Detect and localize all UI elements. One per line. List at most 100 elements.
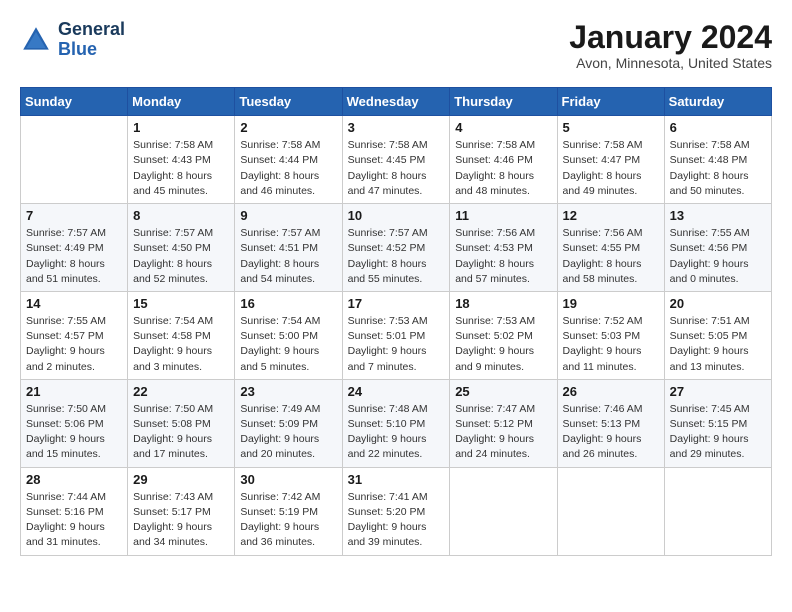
logo-line1: General [58,20,125,40]
day-info: Sunrise: 7:51 AMSunset: 5:05 PMDaylight:… [670,314,766,375]
day-info: Sunrise: 7:53 AMSunset: 5:02 PMDaylight:… [455,314,551,375]
week-row-1: 1Sunrise: 7:58 AMSunset: 4:43 PMDaylight… [21,116,772,204]
day-info: Sunrise: 7:57 AMSunset: 4:50 PMDaylight:… [133,226,229,287]
calendar-cell: 24 Sunrise: 7:48 AMSunset: 5:10 PMDayligh… [342,379,450,467]
calendar-cell: 2 Sunrise: 7:58 AMSunset: 4:44 PMDaylight… [235,116,342,204]
calendar-cell: 12 Sunrise: 7:56 AMSunset: 4:55 PMDayligh… [557,204,664,292]
calendar-cell [450,467,557,555]
day-info: Sunrise: 7:58 AMSunset: 4:45 PMDaylight:… [348,138,445,199]
day-number: 26 [563,384,659,399]
calendar-cell: 14 Sunrise: 7:55 AMSunset: 4:57 PMDayligh… [21,291,128,379]
day-number: 19 [563,296,659,311]
day-number: 21 [26,384,122,399]
day-number: 14 [26,296,122,311]
weekday-header-row: SundayMondayTuesdayWednesdayThursdayFrid… [21,88,772,116]
day-info: Sunrise: 7:58 AMSunset: 4:48 PMDaylight:… [670,138,766,199]
week-row-4: 21 Sunrise: 7:50 AMSunset: 5:06 PMDayligh… [21,379,772,467]
day-info: Sunrise: 7:52 AMSunset: 5:03 PMDaylight:… [563,314,659,375]
week-row-5: 28 Sunrise: 7:44 AMSunset: 5:16 PMDayligh… [21,467,772,555]
day-number: 27 [670,384,766,399]
day-info: Sunrise: 7:57 AMSunset: 4:52 PMDaylight:… [348,226,445,287]
day-info: Sunrise: 7:58 AMSunset: 4:46 PMDaylight:… [455,138,551,199]
logo-text: General Blue [58,20,125,60]
day-number: 10 [348,208,445,223]
day-info: Sunrise: 7:58 AMSunset: 4:43 PMDaylight:… [133,138,229,199]
calendar-cell [664,467,771,555]
day-info: Sunrise: 7:57 AMSunset: 4:49 PMDaylight:… [26,226,122,287]
calendar-cell: 31Sunrise: 7:41 AMSunset: 5:20 PMDayligh… [342,467,450,555]
day-info: Sunrise: 7:50 AMSunset: 5:06 PMDaylight:… [26,402,122,463]
day-info: Sunrise: 7:55 AMSunset: 4:57 PMDaylight:… [26,314,122,375]
calendar-cell: 13 Sunrise: 7:55 AMSunset: 4:56 PMDayligh… [664,204,771,292]
day-number: 28 [26,472,122,487]
month-title: January 2024 [569,20,772,55]
day-number: 13 [670,208,766,223]
day-number: 15 [133,296,229,311]
calendar-cell: 26 Sunrise: 7:46 AMSunset: 5:13 PMDayligh… [557,379,664,467]
weekday-header-tuesday: Tuesday [235,88,342,116]
day-info: Sunrise: 7:54 AMSunset: 5:00 PMDaylight:… [240,314,336,375]
day-info: Sunrise: 7:44 AMSunset: 5:16 PMDaylight:… [26,490,122,551]
calendar-table: SundayMondayTuesdayWednesdayThursdayFrid… [20,87,772,555]
calendar-cell: 3 Sunrise: 7:58 AMSunset: 4:45 PMDaylight… [342,116,450,204]
day-info: Sunrise: 7:47 AMSunset: 5:12 PMDaylight:… [455,402,551,463]
day-number: 22 [133,384,229,399]
weekday-header-saturday: Saturday [664,88,771,116]
day-info: Sunrise: 7:54 AMSunset: 4:58 PMDaylight:… [133,314,229,375]
day-number: 30 [240,472,336,487]
calendar-cell [557,467,664,555]
calendar-cell: 18 Sunrise: 7:53 AMSunset: 5:02 PMDayligh… [450,291,557,379]
logo-icon [20,24,52,56]
weekday-header-monday: Monday [128,88,235,116]
day-number: 7 [26,208,122,223]
calendar-cell: 19 Sunrise: 7:52 AMSunset: 5:03 PMDayligh… [557,291,664,379]
calendar-cell [21,116,128,204]
day-info: Sunrise: 7:55 AMSunset: 4:56 PMDaylight:… [670,226,766,287]
day-info: Sunrise: 7:58 AMSunset: 4:44 PMDaylight:… [240,138,336,199]
day-number: 2 [240,120,336,135]
day-info: Sunrise: 7:57 AMSunset: 4:51 PMDaylight:… [240,226,336,287]
day-number: 24 [348,384,445,399]
calendar-cell: 23 Sunrise: 7:49 AMSunset: 5:09 PMDayligh… [235,379,342,467]
calendar-cell: 5 Sunrise: 7:58 AMSunset: 4:47 PMDaylight… [557,116,664,204]
calendar-cell: 15 Sunrise: 7:54 AMSunset: 4:58 PMDayligh… [128,291,235,379]
calendar-cell: 21 Sunrise: 7:50 AMSunset: 5:06 PMDayligh… [21,379,128,467]
day-number: 3 [348,120,445,135]
logo: General Blue [20,20,125,60]
day-info: Sunrise: 7:48 AMSunset: 5:10 PMDaylight:… [348,402,445,463]
day-number: 5 [563,120,659,135]
calendar-cell: 27Sunrise: 7:45 AMSunset: 5:15 PMDayligh… [664,379,771,467]
calendar-cell: 1Sunrise: 7:58 AMSunset: 4:43 PMDaylight… [128,116,235,204]
day-info: Sunrise: 7:58 AMSunset: 4:47 PMDaylight:… [563,138,659,199]
day-info: Sunrise: 7:49 AMSunset: 5:09 PMDaylight:… [240,402,336,463]
day-info: Sunrise: 7:53 AMSunset: 5:01 PMDaylight:… [348,314,445,375]
day-number: 23 [240,384,336,399]
calendar-cell: 17 Sunrise: 7:53 AMSunset: 5:01 PMDayligh… [342,291,450,379]
day-number: 12 [563,208,659,223]
weekday-header-thursday: Thursday [450,88,557,116]
day-number: 9 [240,208,336,223]
calendar-cell: 28 Sunrise: 7:44 AMSunset: 5:16 PMDayligh… [21,467,128,555]
day-number: 25 [455,384,551,399]
calendar-cell: 22Sunrise: 7:50 AMSunset: 5:08 PMDayligh… [128,379,235,467]
calendar-cell: 6Sunrise: 7:58 AMSunset: 4:48 PMDaylight… [664,116,771,204]
day-info: Sunrise: 7:56 AMSunset: 4:55 PMDaylight:… [563,226,659,287]
week-row-3: 14 Sunrise: 7:55 AMSunset: 4:57 PMDayligh… [21,291,772,379]
day-info: Sunrise: 7:46 AMSunset: 5:13 PMDaylight:… [563,402,659,463]
calendar-cell: 7 Sunrise: 7:57 AMSunset: 4:49 PMDaylight… [21,204,128,292]
calendar-cell: 4Sunrise: 7:58 AMSunset: 4:46 PMDaylight… [450,116,557,204]
day-info: Sunrise: 7:43 AMSunset: 5:17 PMDaylight:… [133,490,229,551]
calendar-cell: 11Sunrise: 7:56 AMSunset: 4:53 PMDayligh… [450,204,557,292]
calendar-cell: 30 Sunrise: 7:42 AMSunset: 5:19 PMDayligh… [235,467,342,555]
day-info: Sunrise: 7:56 AMSunset: 4:53 PMDaylight:… [455,226,551,287]
calendar-cell: 16Sunrise: 7:54 AMSunset: 5:00 PMDayligh… [235,291,342,379]
day-info: Sunrise: 7:42 AMSunset: 5:19 PMDaylight:… [240,490,336,551]
calendar-cell: 20Sunrise: 7:51 AMSunset: 5:05 PMDayligh… [664,291,771,379]
day-number: 17 [348,296,445,311]
day-number: 18 [455,296,551,311]
day-number: 31 [348,472,445,487]
day-number: 8 [133,208,229,223]
weekday-header-sunday: Sunday [21,88,128,116]
calendar-cell: 9 Sunrise: 7:57 AMSunset: 4:51 PMDaylight… [235,204,342,292]
calendar-cell: 29Sunrise: 7:43 AMSunset: 5:17 PMDayligh… [128,467,235,555]
